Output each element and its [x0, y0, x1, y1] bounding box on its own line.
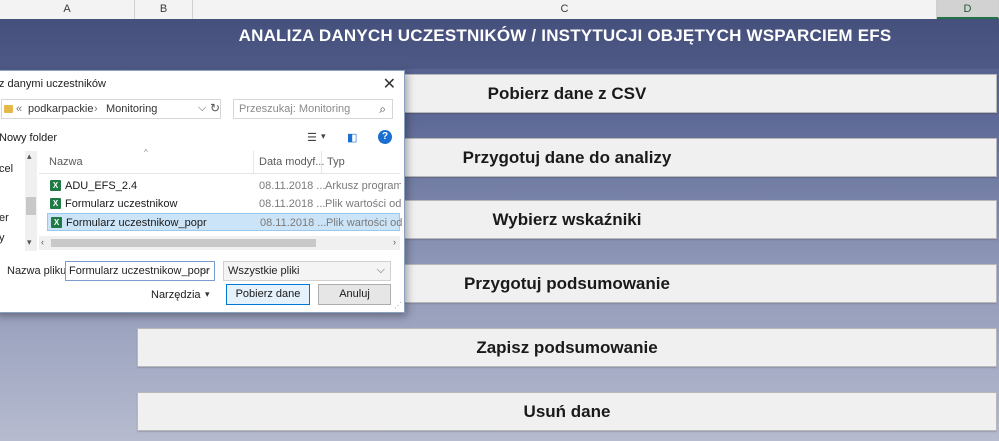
- new-folder-button[interactable]: Nowy folder: [0, 132, 57, 144]
- file-open-dialog: z danymi uczestników ✕ « podkarpackie › …: [0, 70, 405, 313]
- scroll-thumb[interactable]: [51, 239, 316, 247]
- file-list-header: ^ Nazwa Data modyf... Typ: [39, 148, 400, 174]
- chevron-down-icon[interactable]: ⌵: [377, 264, 385, 277]
- help-icon[interactable]: ?: [378, 130, 392, 144]
- open-button[interactable]: Pobierz dane: [226, 284, 310, 305]
- breadcrumb-monitoring[interactable]: Monitoring: [106, 103, 157, 115]
- nav-item[interactable]: y: [0, 232, 5, 244]
- sheet-title: ANALIZA DANYCH UCZESTNIKÓW / INSTYTUCJI …: [238, 26, 892, 45]
- chevron-down-icon[interactable]: ⌵: [198, 102, 206, 115]
- column-divider[interactable]: [321, 151, 322, 173]
- column-header-b[interactable]: B: [135, 0, 193, 19]
- filename-value: Formularz uczestnikow_popr: [69, 265, 210, 277]
- dialog-toolbar: Nowy folder ☰ ▾ ◧ ?: [0, 125, 404, 151]
- search-placeholder: Przeszukaj: Monitoring: [239, 103, 351, 115]
- column-name-header[interactable]: Nazwa: [49, 156, 83, 168]
- save-summary-button[interactable]: Zapisz podsumowanie: [137, 328, 997, 367]
- search-input[interactable]: Przeszukaj: Monitoring ⌕: [233, 99, 393, 119]
- delete-data-button[interactable]: Usuń dane: [137, 392, 997, 431]
- scroll-right-icon[interactable]: ›: [393, 237, 396, 247]
- column-header-bar: A B C D: [0, 0, 999, 20]
- file-type: Plik wartości odd: [326, 217, 402, 229]
- file-list: ^ Nazwa Data modyf... Typ X ADU_EFS_2.4 …: [39, 148, 402, 241]
- breadcrumb-podkarpackie[interactable]: podkarpackie: [28, 103, 93, 115]
- resize-grip-icon[interactable]: ⋰: [394, 301, 402, 310]
- file-type: Plik wartości odd: [325, 198, 401, 210]
- column-type-header[interactable]: Typ: [327, 156, 345, 168]
- nav-scrollbar[interactable]: ▴ ▾: [25, 151, 37, 251]
- column-date-header[interactable]: Data modyf...: [259, 156, 324, 168]
- excel-csv-icon: X: [50, 198, 61, 209]
- view-dropdown-icon[interactable]: ▾: [321, 131, 326, 142]
- file-date: 08.11.2018 ...: [260, 217, 327, 229]
- chevron-right-icon: ›: [94, 103, 98, 115]
- dialog-titlebar[interactable]: z danymi uczestników ✕: [0, 71, 404, 97]
- file-date: 08.11.2018 ...: [259, 198, 326, 210]
- file-type: Arkusz programu: [325, 180, 401, 192]
- close-icon[interactable]: ✕: [383, 74, 396, 94]
- preview-pane-icon[interactable]: ◧: [347, 131, 357, 144]
- nav-item[interactable]: cel: [0, 163, 13, 175]
- folder-icon: [4, 105, 13, 113]
- column-header-d[interactable]: D: [937, 0, 999, 19]
- file-type-filter[interactable]: Wszystkie pliki ⌵: [223, 261, 391, 281]
- scroll-thumb[interactable]: [26, 197, 36, 215]
- cancel-button[interactable]: Anuluj: [318, 284, 391, 305]
- view-options-icon[interactable]: ☰: [307, 131, 317, 144]
- search-icon[interactable]: ⌕: [379, 102, 386, 117]
- nav-item[interactable]: er: [0, 212, 9, 224]
- tools-caret-icon[interactable]: ▾: [205, 289, 210, 300]
- sort-indicator-icon: ^: [144, 148, 148, 157]
- excel-csv-icon: X: [51, 217, 62, 228]
- filter-value: Wszystkie pliki: [228, 265, 300, 277]
- breadcrumb-overflow[interactable]: «: [16, 103, 22, 115]
- file-row[interactable]: X ADU_EFS_2.4 08.11.2018 ... Arkusz prog…: [47, 177, 401, 195]
- scroll-left-icon[interactable]: ‹: [41, 237, 44, 247]
- file-name: Formularz uczestnikow_popr: [66, 217, 207, 229]
- column-divider[interactable]: [253, 151, 254, 173]
- file-row[interactable]: X Formularz uczestnikow 08.11.2018 ... P…: [47, 195, 401, 213]
- column-header-c[interactable]: C: [193, 0, 937, 19]
- tools-menu[interactable]: Narzędzia: [151, 289, 201, 301]
- column-header-a[interactable]: A: [0, 0, 135, 19]
- filename-label: Nazwa pliku:: [7, 265, 70, 277]
- file-list-hscrollbar[interactable]: ‹ ›: [39, 236, 400, 250]
- chevron-down-icon[interactable]: ⌵: [202, 264, 210, 277]
- scroll-down-icon[interactable]: ▾: [27, 237, 32, 248]
- file-name: Formularz uczestnikow: [65, 198, 178, 210]
- file-row-selected[interactable]: X Formularz uczestnikow_popr 08.11.2018 …: [47, 213, 402, 231]
- filename-input[interactable]: Formularz uczestnikow_popr ⌵: [65, 261, 215, 281]
- file-date: 08.11.2018 ...: [259, 180, 326, 192]
- address-bar[interactable]: « podkarpackie › Monitoring ⌵ ↻: [1, 99, 221, 119]
- refresh-icon[interactable]: ↻: [210, 101, 220, 115]
- excel-file-icon: X: [50, 180, 61, 191]
- dialog-title: z danymi uczestników: [0, 78, 106, 90]
- file-name: ADU_EFS_2.4: [65, 180, 138, 192]
- scroll-up-icon[interactable]: ▴: [27, 151, 32, 162]
